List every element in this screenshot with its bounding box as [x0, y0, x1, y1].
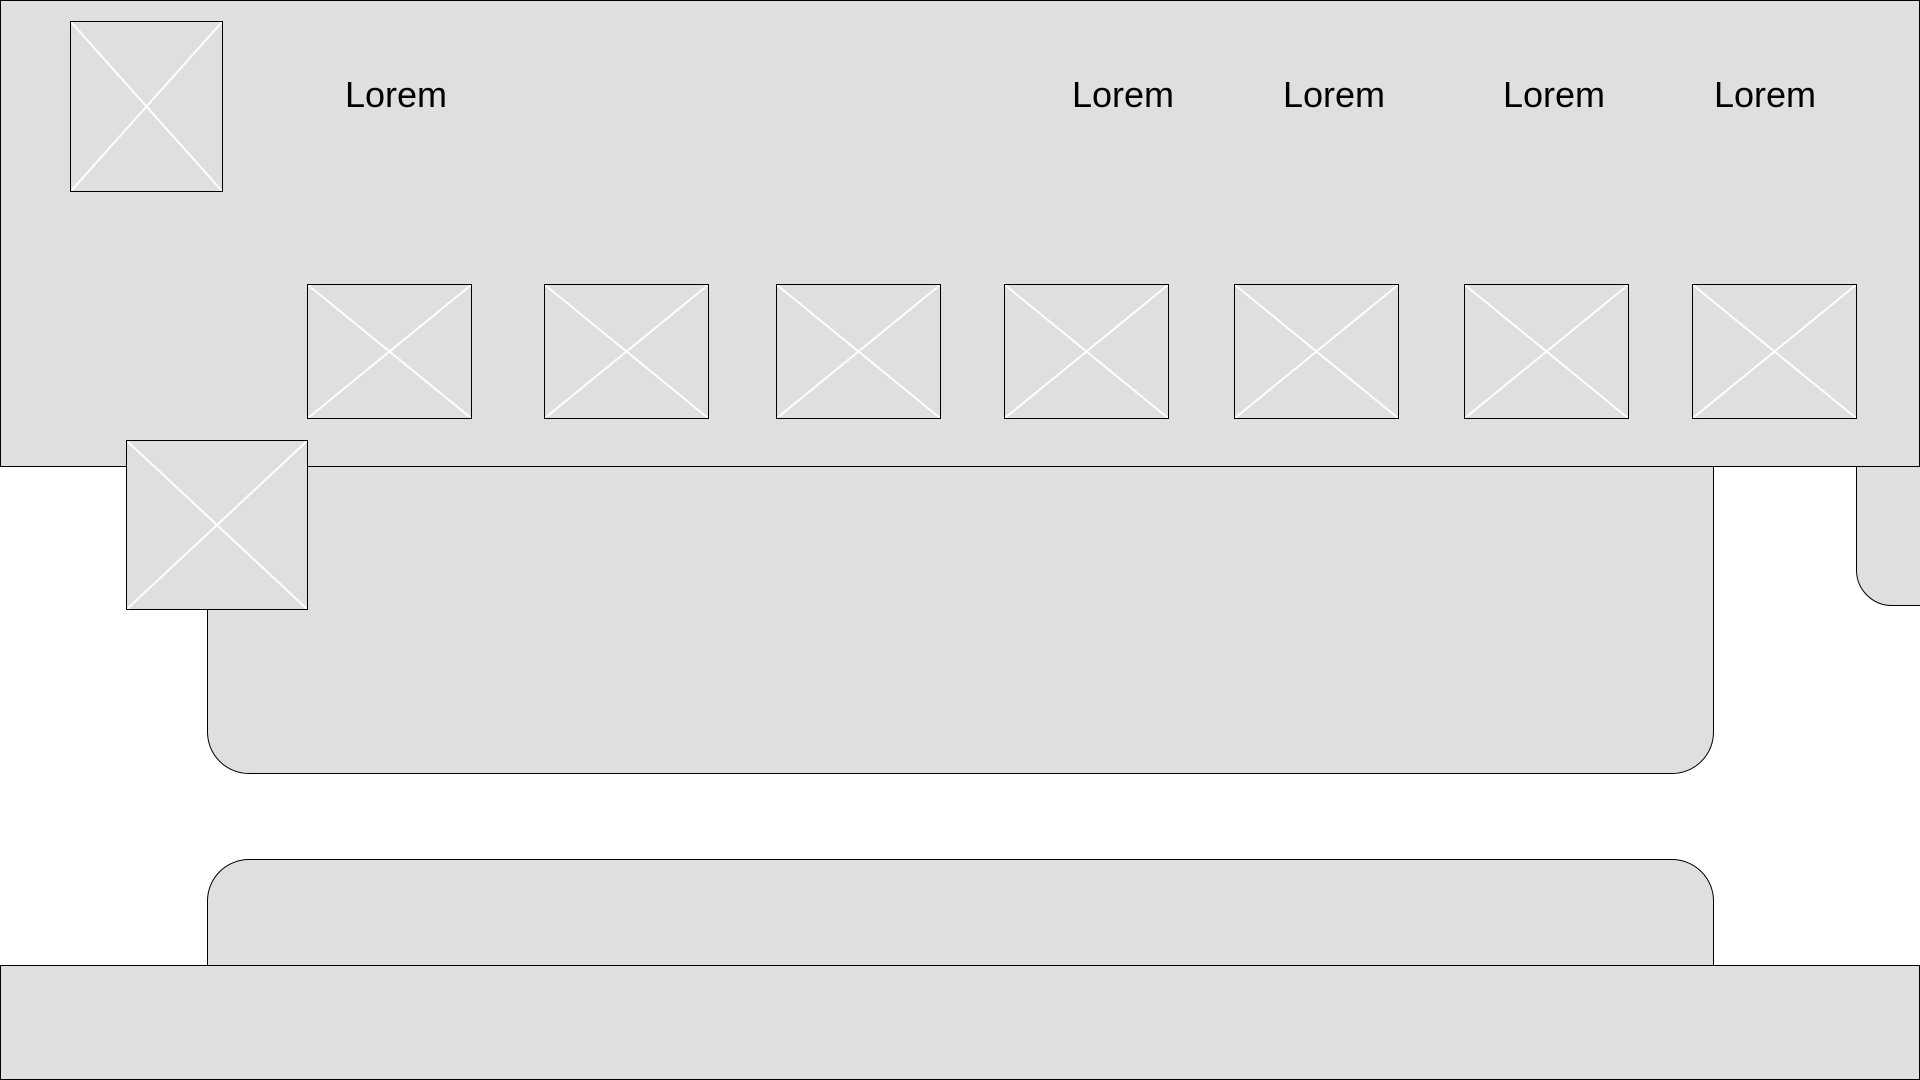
footer [0, 965, 1920, 1080]
logo-image-placeholder-icon[interactable] [70, 21, 223, 192]
thumbnail-image-placeholder-icon[interactable] [544, 284, 709, 419]
brand-label[interactable]: Lorem [345, 73, 447, 117]
thumbnail-image-placeholder-icon[interactable] [1692, 284, 1857, 419]
nav-item-1[interactable]: Lorem [1072, 73, 1174, 117]
nav-item-4[interactable]: Lorem [1714, 73, 1816, 117]
nav-item-2[interactable]: Lorem [1283, 73, 1385, 117]
nav-item-3[interactable]: Lorem [1503, 73, 1605, 117]
thumbnail-image-placeholder-icon[interactable] [1004, 284, 1169, 419]
thumbnail-image-placeholder-icon[interactable] [776, 284, 941, 419]
header: Lorem Lorem Lorem Lorem Lorem [0, 0, 1920, 467]
content-image-placeholder-icon[interactable] [126, 440, 308, 610]
thumbnail-image-placeholder-icon[interactable] [1234, 284, 1399, 419]
thumbnail-image-placeholder-icon[interactable] [1464, 284, 1629, 419]
wireframe-page: Lorem Lorem Lorem Lorem Lorem [0, 0, 1920, 1080]
content-panel-main [207, 440, 1714, 774]
thumbnail-image-placeholder-icon[interactable] [307, 284, 472, 419]
